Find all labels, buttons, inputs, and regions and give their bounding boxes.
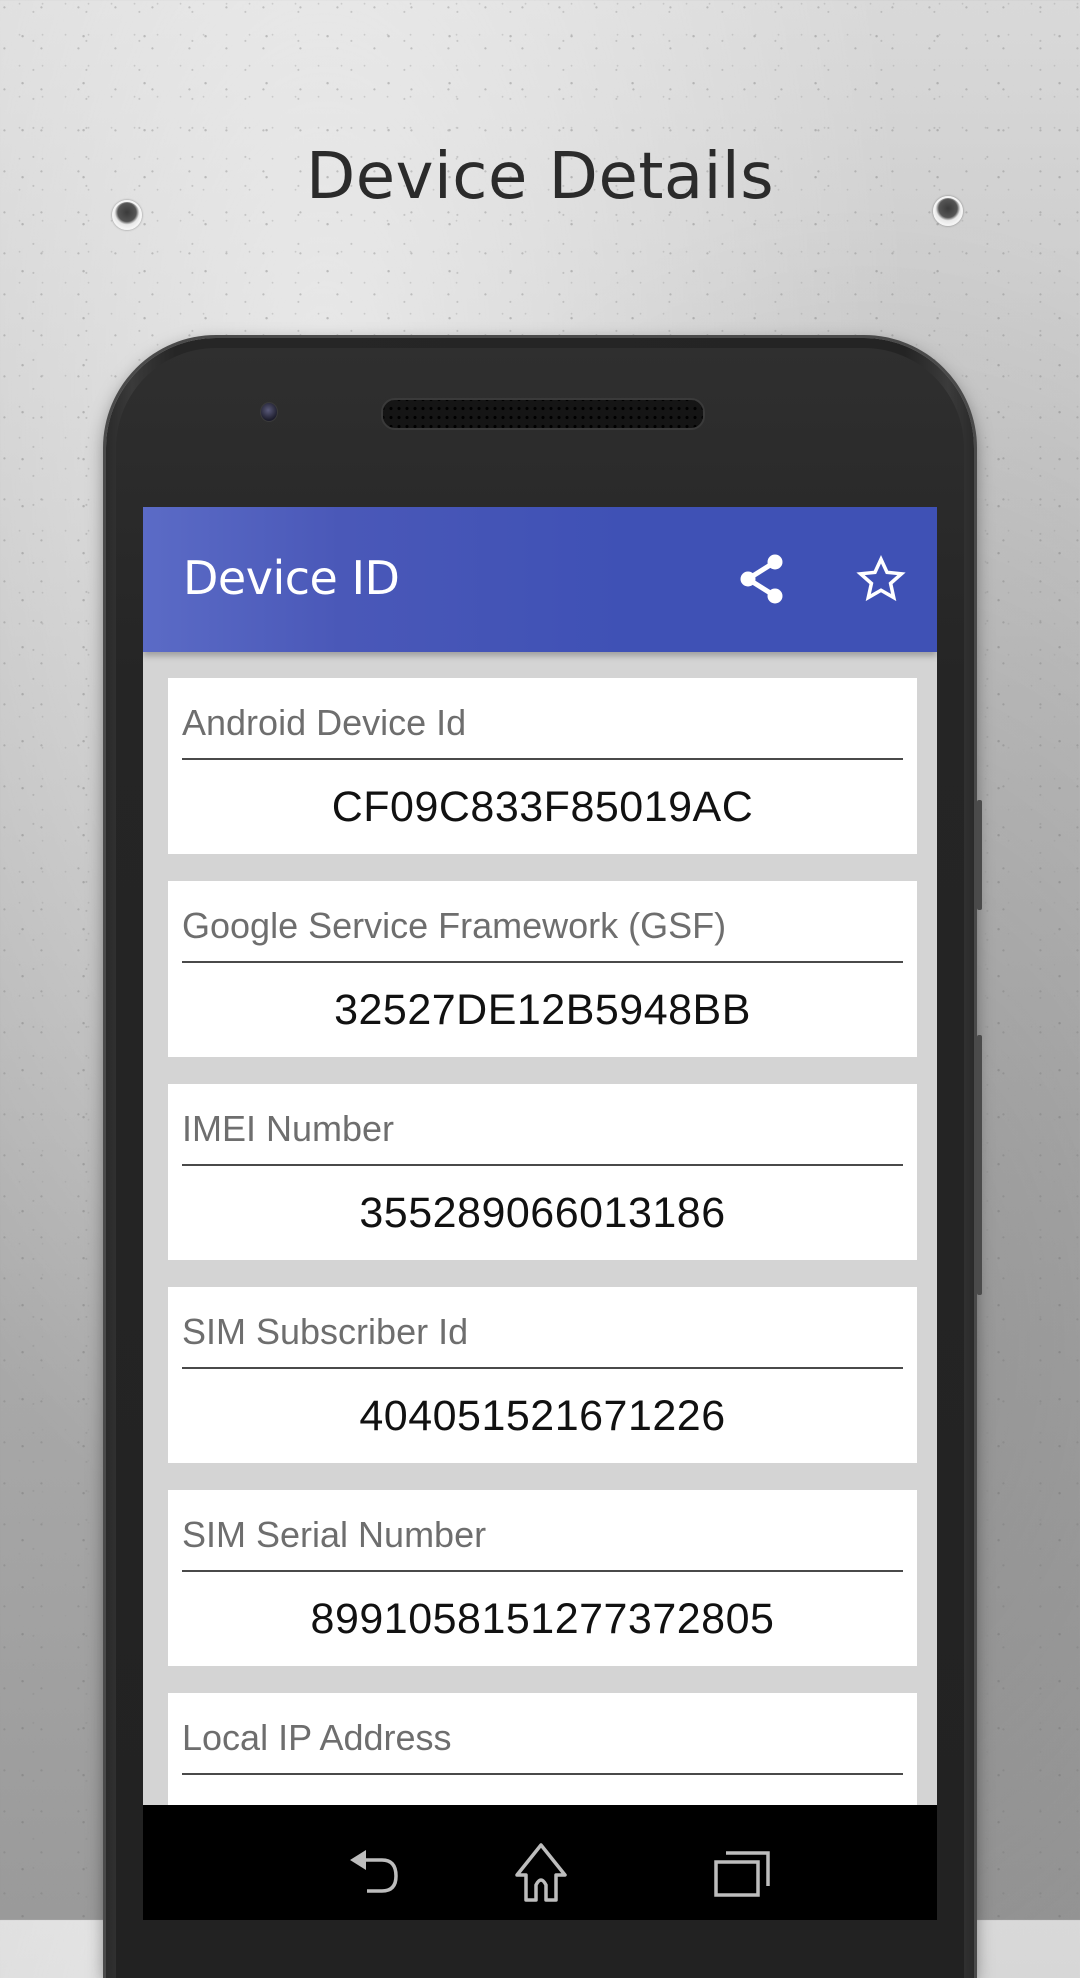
card-value: CF09C833F85019AC: [331, 783, 754, 831]
star-outline-icon: [856, 554, 906, 602]
card-value: 355289066013186: [359, 1189, 726, 1237]
card-divider: [182, 758, 903, 760]
share-icon: [740, 554, 783, 604]
home-icon: [515, 1843, 567, 1902]
info-card-android-id[interactable]: Android Device Id CF09C833F85019AC: [168, 678, 917, 854]
back-button[interactable]: [341, 1841, 411, 1905]
card-divider: [182, 1367, 903, 1369]
system-nav-bar: [143, 1805, 937, 1920]
recents-button[interactable]: [708, 1841, 778, 1905]
card-label: IMEI Number: [182, 1108, 395, 1149]
share-button[interactable]: [730, 547, 794, 611]
info-card-imei[interactable]: IMEI Number 355289066013186: [168, 1084, 917, 1260]
card-label: Android Device Id: [182, 702, 467, 743]
phone-screen: Device ID Android Device Id CF09C833F850…: [143, 507, 937, 1920]
screw-decoration: [933, 196, 963, 226]
favorite-button[interactable]: [849, 547, 913, 611]
card-value: 32527DE12B5948BB: [334, 986, 751, 1034]
info-card-gsf[interactable]: Google Service Framework (GSF) 32527DE12…: [168, 881, 917, 1057]
recents-icon: [714, 1851, 770, 1897]
home-button[interactable]: [506, 1841, 576, 1905]
card-label: SIM Serial Number: [182, 1514, 487, 1555]
card-divider: [182, 1773, 903, 1775]
back-icon: [350, 1850, 398, 1893]
card-divider: [182, 1570, 903, 1572]
page-headline: Device Details: [305, 140, 775, 214]
earpiece-speaker: [381, 398, 705, 430]
info-card-sim-subscriber-id[interactable]: SIM Subscriber Id 404051521671226: [168, 1287, 917, 1463]
device-info-list: Android Device Id CF09C833F85019AC Googl…: [168, 678, 917, 1896]
card-label: Local IP Address: [182, 1717, 452, 1758]
card-divider: [182, 961, 903, 963]
app-title: Device ID: [183, 551, 400, 605]
front-camera: [260, 402, 278, 422]
card-value: 404051521671226: [359, 1392, 726, 1440]
power-button: [977, 1035, 982, 1295]
card-divider: [182, 1164, 903, 1166]
card-label: SIM Subscriber Id: [182, 1311, 469, 1352]
card-value: 8991058151277372805: [310, 1595, 775, 1643]
volume-button: [977, 800, 982, 910]
card-label: Google Service Framework (GSF): [182, 905, 727, 946]
app-bar: Device ID: [143, 507, 937, 652]
info-card-sim-serial[interactable]: SIM Serial Number 8991058151277372805: [168, 1490, 917, 1666]
screw-decoration: [112, 200, 142, 230]
